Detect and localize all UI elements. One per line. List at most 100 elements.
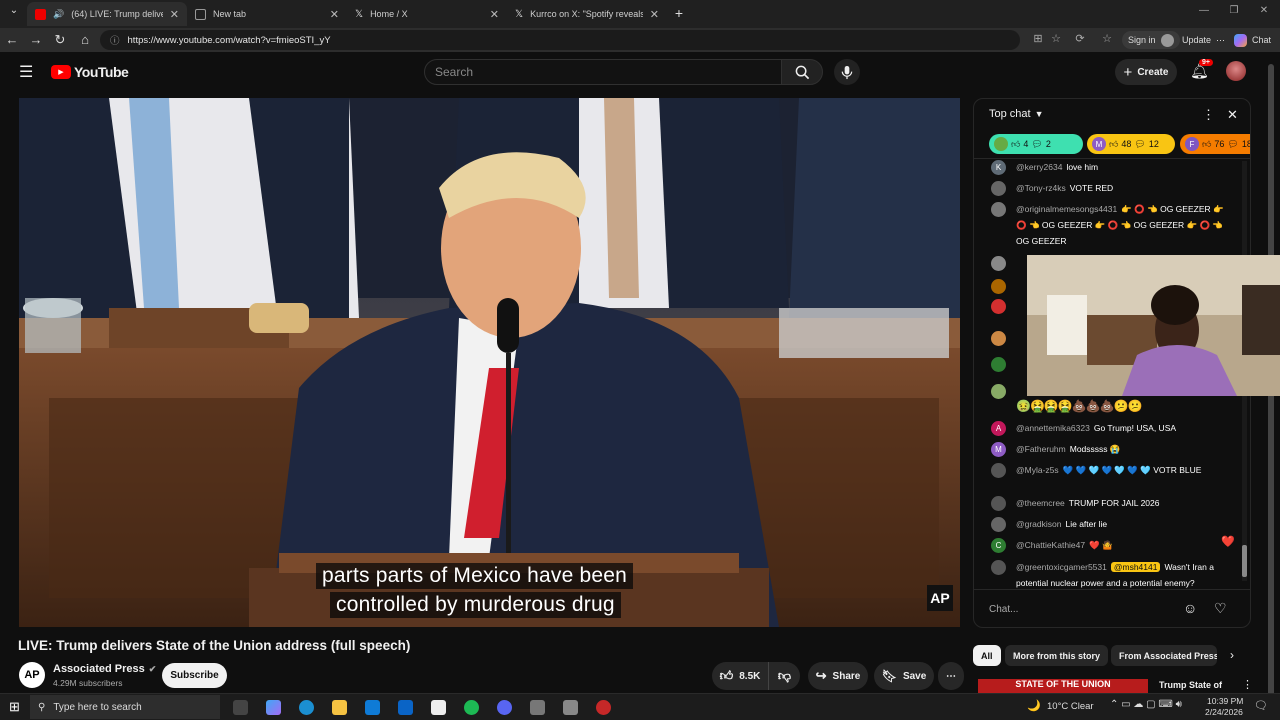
chevron-right-icon[interactable]: › — [1230, 648, 1234, 662]
up-next-thumbnail[interactable]: STATE OF THE UNION — [978, 679, 1148, 693]
mention-chip[interactable]: @msh4141 — [1110, 562, 1161, 572]
bookmark-icon: 🔖︎ — [881, 669, 897, 683]
refresh-icon[interactable]: ↻ — [52, 32, 68, 48]
search-input[interactable]: Search — [424, 59, 782, 85]
chat-input[interactable]: Chat... — [989, 597, 1189, 621]
chat-author[interactable]: @Fatheruhm — [1016, 444, 1066, 454]
forward-icon[interactable]: → — [28, 32, 44, 47]
chip-all[interactable]: All — [973, 645, 1001, 666]
tab-new-tab[interactable]: New tab ✕ — [187, 2, 347, 26]
store-icon[interactable] — [365, 700, 380, 715]
update-button[interactable]: Update ⋯ — [1176, 31, 1231, 49]
video-frame — [19, 98, 960, 627]
chat-message: @originalmemesongs4431 👉 ⭕ 👈 OG GEEZER 👉 … — [1016, 201, 1226, 249]
notification-center-icon[interactable]: 🗨︎ — [1254, 699, 1268, 712]
voice-search-button[interactable] — [834, 59, 860, 85]
save-button[interactable]: 🔖︎ Save — [874, 662, 934, 690]
tab-youtube[interactable]: 🔊 (64) LIVE: Trump delivers State ✕ — [27, 2, 187, 26]
app-icon[interactable] — [563, 700, 578, 715]
supporter-badge[interactable]: M 👍︎ 48 💬︎ 12 — [1087, 134, 1175, 154]
site-info-icon[interactable]: ⓘ — [110, 33, 120, 47]
x-icon: 𝕏 — [515, 8, 524, 20]
discord-icon[interactable] — [497, 700, 512, 715]
close-tab-icon[interactable]: ✕ — [490, 8, 499, 21]
search-button[interactable] — [781, 59, 823, 85]
channel-avatar[interactable]: AP — [19, 662, 45, 688]
chip-from-channel[interactable]: From Associated Press — [1111, 645, 1217, 666]
avatar — [991, 279, 1006, 294]
extensions-icon[interactable]: ⟳ — [1072, 32, 1088, 45]
subscribe-button[interactable]: Subscribe — [162, 663, 227, 688]
up-next-more-icon[interactable]: ⋮ — [1242, 678, 1253, 691]
emoji-message: 🤢🤮🤮🤮💩💩💩😕😕 — [1016, 399, 1142, 413]
minimize-icon[interactable]: — — [1196, 5, 1212, 16]
taskbar-search-input[interactable]: ⚲ Type here to search — [30, 695, 220, 719]
youtube-logo[interactable]: ▶ YouTube — [51, 64, 129, 80]
url-field[interactable]: ⓘ https://www.youtube.com/watch?v=fmieoS… — [100, 30, 1020, 50]
notepad-icon[interactable] — [431, 700, 446, 715]
close-tab-icon[interactable]: ✕ — [170, 8, 179, 21]
emoji-picker-icon[interactable]: ☺ — [1183, 600, 1197, 616]
share-button[interactable]: ↪ Share — [808, 662, 868, 690]
mail-icon[interactable] — [398, 700, 413, 715]
chat-author[interactable]: @originalmemesongs4431 — [1016, 204, 1117, 214]
chat-author[interactable]: @theemcree — [1016, 498, 1065, 508]
chat-author[interactable]: @kerry2634 — [1016, 162, 1062, 172]
favorite-star-icon[interactable]: ☆ — [1048, 32, 1064, 45]
app-icon[interactable] — [530, 700, 545, 715]
like-count: 8.5K — [739, 670, 761, 682]
tray-icons[interactable]: ⌃ ▭ ☁ ▢ ⌨ 🔊︎ — [1110, 699, 1182, 710]
like-button[interactable]: 👍︎ 8.5K — [712, 662, 768, 690]
chat-author[interactable]: @Myla-z5s — [1016, 465, 1059, 475]
close-tab-icon[interactable]: ✕ — [330, 8, 339, 21]
apps-icon[interactable]: ⊞ — [1030, 32, 1046, 45]
chat-author[interactable]: @Tony-rz4ks — [1016, 183, 1066, 193]
dislike-button[interactable]: 👎︎ — [768, 662, 800, 690]
weather-text[interactable]: 10°C Clear — [1047, 701, 1094, 712]
chip-more-from-story[interactable]: More from this story — [1005, 645, 1109, 666]
tab-x-home[interactable]: 𝕏 Home / X ✕ — [347, 2, 507, 26]
up-next-title[interactable]: Trump State of — [1159, 680, 1222, 690]
tab-list-icon[interactable]: ⌄ — [6, 5, 22, 16]
avatar[interactable] — [1226, 61, 1246, 81]
notifications-button[interactable]: 🔔︎ 9+ — [1190, 59, 1213, 80]
menu-icon[interactable]: ☰ — [19, 62, 33, 82]
chat-author[interactable]: @gradkison — [1016, 519, 1061, 529]
file-explorer-icon[interactable] — [332, 700, 347, 715]
close-window-icon[interactable]: ✕ — [1256, 5, 1272, 16]
clock-time[interactable]: 10:39 PM — [1207, 696, 1243, 706]
chat-scrollbar-thumb[interactable] — [1242, 545, 1247, 577]
chat-author[interactable]: @annettemika6323 — [1016, 423, 1090, 433]
create-button[interactable]: + Create — [1115, 59, 1177, 85]
top-chat-dropdown[interactable]: Top chat ▼ — [989, 108, 1044, 120]
back-icon[interactable]: ← — [4, 32, 20, 47]
close-chat-icon[interactable]: ✕ — [1227, 107, 1238, 123]
channel-name-row[interactable]: Associated Press ✔ — [53, 663, 156, 675]
clock-date[interactable]: 2/24/2026 — [1205, 707, 1243, 717]
chat-more-icon[interactable]: ⋮ — [1202, 107, 1215, 123]
copilot-taskbar-icon[interactable] — [266, 700, 281, 715]
windows-start-icon[interactable]: ⊞ — [9, 699, 20, 715]
chat-mode-label: Top chat — [989, 108, 1031, 120]
task-view-icon[interactable] — [233, 700, 248, 715]
chat-text: TRUMP FOR JAIL 2026 — [1068, 498, 1160, 508]
sign-in-button[interactable]: Sign in — [1122, 31, 1180, 49]
chat-author[interactable]: @ChattieKathie47 — [1016, 540, 1085, 550]
video-player[interactable]: parts parts of Mexico have been controll… — [19, 98, 960, 627]
supporter-badge[interactable]: F 👍︎ 76 💬︎ 18 — [1180, 134, 1250, 154]
spotify-icon[interactable] — [464, 700, 479, 715]
chat-author[interactable]: @greentoxicgamer5531 — [1016, 562, 1107, 572]
edge-icon[interactable] — [299, 700, 314, 715]
new-tab-button[interactable]: + — [671, 5, 687, 21]
copilot-chat-button[interactable]: Chat — [1228, 31, 1277, 49]
favorites-icon[interactable]: ☆ — [1099, 32, 1115, 45]
close-tab-icon[interactable]: ✕ — [650, 8, 659, 21]
restore-icon[interactable]: ❐ — [1226, 5, 1242, 16]
heart-icon[interactable]: ♡ — [1214, 600, 1227, 617]
obs-icon[interactable] — [596, 700, 611, 715]
home-icon[interactable]: ⌂ — [77, 32, 93, 47]
more-actions-button[interactable]: ⋯ — [938, 662, 964, 690]
supporter-badge[interactable]: 👍︎ 4 💬︎ 2 — [989, 134, 1083, 154]
tab-kurrco[interactable]: 𝕏 Kurrco on X: "Spotify reveals its la ✕ — [507, 2, 667, 26]
ap-watermark-logo: AP — [927, 585, 953, 611]
